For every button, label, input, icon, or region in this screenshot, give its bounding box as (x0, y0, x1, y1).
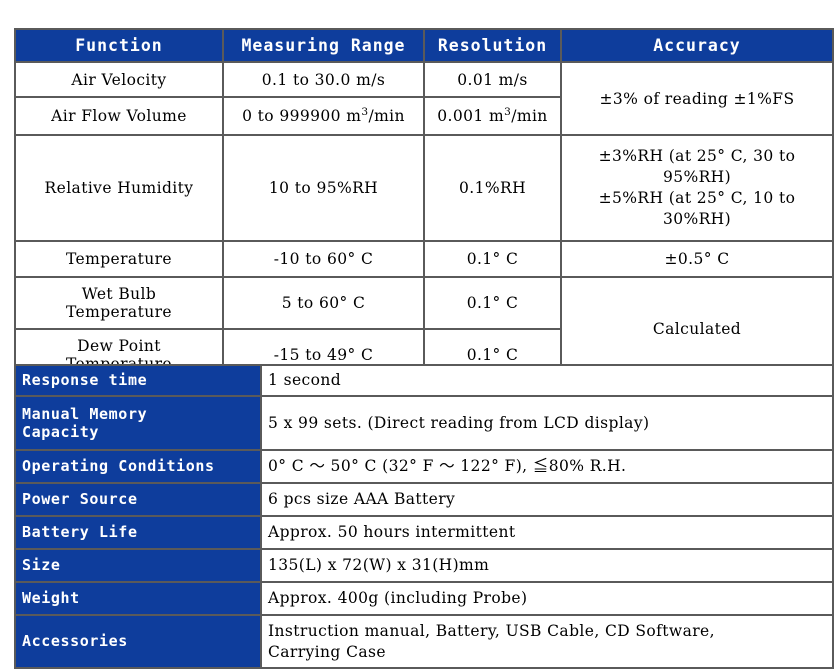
range-suffix: /min (368, 107, 405, 125)
cell-range-air-flow-volume: 0 to 999900 m3/min (222, 96, 425, 136)
resolution-suffix: /min (511, 107, 548, 125)
value-operating-conditions: 0° C ～ 50° C (32° F ～ 122° F), ≦80% R.H. (260, 449, 834, 484)
function-line-2: Temperature (66, 303, 172, 321)
column-header-function: Function (14, 28, 224, 63)
cell-range-relative-humidity: 10 to 95%RH (222, 134, 425, 242)
measurement-specifications-table: Function Measuring Range Resolution Accu… (14, 28, 834, 382)
cell-function-air-flow-volume: Air Flow Volume (14, 96, 224, 136)
cell-resolution-relative-humidity: 0.1%RH (423, 134, 562, 242)
cell-range-wet-bulb-temperature: 5 to 60° C (222, 276, 425, 330)
table-row-operating-conditions: Operating Conditions 0° C ～ 50° C (32° F… (14, 449, 834, 484)
label-power-source: Power Source (14, 482, 262, 517)
cell-function-relative-humidity: Relative Humidity (14, 134, 224, 242)
specification-sheet: Function Measuring Range Resolution Accu… (0, 0, 840, 669)
table-header-row: Function Measuring Range Resolution Accu… (14, 28, 834, 63)
table-row-manual-memory-capacity: Manual Memory Capacity 5 x 99 sets. (Dir… (14, 395, 834, 451)
column-header-accuracy: Accuracy (560, 28, 834, 63)
value-line-1: Instruction manual, Battery, USB Cable, … (268, 622, 715, 641)
function-line-1: Wet Bulb (81, 285, 157, 303)
range-prefix: 0 to 999900 m (242, 107, 362, 125)
table-row-power-source: Power Source 6 pcs size AAA Battery (14, 482, 834, 517)
general-specifications-table: Response time 1 second Manual Memory Cap… (14, 364, 834, 669)
value-accessories: Instruction manual, Battery, USB Cable, … (260, 614, 834, 669)
table-row-air-velocity: Air Velocity 0.1 to 30.0 m/s 0.01 m/s ±3… (14, 61, 834, 136)
table-row-size: Size 135(L) x 72(W) x 31(H)mm (14, 548, 834, 583)
cell-function-temperature: Temperature (14, 240, 224, 278)
value-battery-life: Approx. 50 hours intermittent (260, 515, 834, 550)
value-power-source: 6 pcs size AAA Battery (260, 482, 834, 517)
label-accessories: Accessories (14, 614, 262, 669)
table-row-temperature: Temperature -10 to 60° C 0.1° C ±0.5° C (14, 240, 834, 278)
label-weight: Weight (14, 581, 262, 616)
accuracy-line-2: 95%RH) (662, 168, 732, 187)
accuracy-line-4: 30%RH) (662, 209, 732, 228)
cell-range-air-velocity: 0.1 to 30.0 m/s (222, 61, 425, 98)
label-size: Size (14, 548, 262, 583)
value-weight: Approx. 400g (including Probe) (260, 581, 834, 616)
cell-range-temperature: -10 to 60° C (222, 240, 425, 278)
cell-accuracy-velocity-flow: ±3% of reading ±1%FS (560, 61, 834, 136)
accuracy-line-1: ±3%RH (at 25° C, 30 to (598, 147, 796, 166)
cell-accuracy-temperature: ±0.5° C (560, 240, 834, 278)
value-response-time: 1 second (260, 364, 834, 397)
label-line-1: Manual Memory (22, 404, 148, 423)
cell-resolution-air-velocity: 0.01 m/s (423, 61, 562, 98)
value-line-2: Carrying Case (268, 642, 386, 661)
table-row-response-time: Response time 1 second (14, 364, 834, 397)
table-row-accessories: Accessories Instruction manual, Battery,… (14, 614, 834, 669)
table-row-wet-bulb-temperature: Wet Bulb Temperature 5 to 60° C 0.1° C C… (14, 276, 834, 382)
value-size: 135(L) x 72(W) x 31(H)mm (260, 548, 834, 583)
label-manual-memory-capacity: Manual Memory Capacity (14, 395, 262, 451)
label-line-2: Capacity (22, 423, 100, 441)
label-battery-life: Battery Life (14, 515, 262, 550)
cell-resolution-air-flow-volume: 0.001 m3/min (423, 96, 562, 136)
resolution-prefix: 0.001 m (437, 107, 505, 125)
cell-function-air-velocity: Air Velocity (14, 61, 224, 98)
accuracy-line-3: ±5%RH (at 25° C, 10 to (598, 189, 796, 207)
accuracy-text-block: ±3%RH (at 25° C, 30 to 95%RH) ±5%RH (at … (566, 146, 828, 229)
value-manual-memory-capacity: 5 x 99 sets. (Direct reading from LCD di… (260, 395, 834, 451)
cell-accuracy-relative-humidity: ±3%RH (at 25° C, 30 to 95%RH) ±5%RH (at … (560, 134, 834, 242)
function-line-1: Dew Point (77, 337, 161, 355)
table-row-weight: Weight Approx. 400g (including Probe) (14, 581, 834, 616)
table-row-relative-humidity: Relative Humidity 10 to 95%RH 0.1%RH ±3%… (14, 134, 834, 242)
label-operating-conditions: Operating Conditions (14, 449, 262, 484)
label-response-time: Response time (14, 364, 262, 397)
column-header-resolution: Resolution (423, 28, 562, 63)
column-header-measuring-range: Measuring Range (222, 28, 425, 63)
table-row-battery-life: Battery Life Approx. 50 hours intermitte… (14, 515, 834, 550)
cell-resolution-wet-bulb-temperature: 0.1° C (423, 276, 562, 330)
cell-function-wet-bulb-temperature: Wet Bulb Temperature (14, 276, 224, 330)
cell-resolution-temperature: 0.1° C (423, 240, 562, 278)
